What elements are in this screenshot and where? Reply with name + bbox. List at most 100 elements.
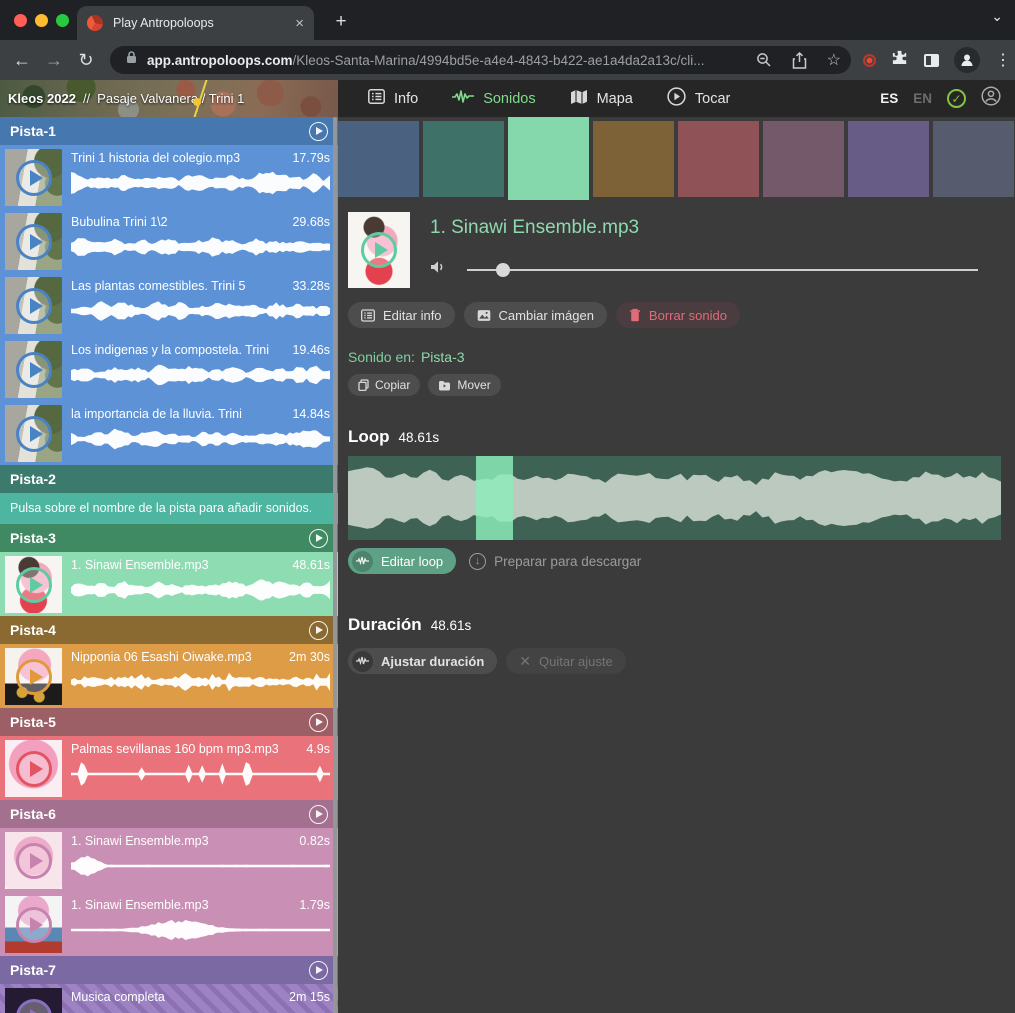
track-play-icon[interactable] xyxy=(309,529,328,548)
track-header[interactable]: Pista-6 xyxy=(0,800,338,828)
clip-thumbnail[interactable] xyxy=(5,832,62,889)
lang-es-button[interactable]: ES xyxy=(880,91,898,106)
clip-thumbnail[interactable] xyxy=(5,277,62,334)
volume-handle[interactable] xyxy=(496,263,510,277)
extensions-puzzle-icon[interactable] xyxy=(891,49,909,72)
loop-playhead-band[interactable] xyxy=(476,456,513,540)
minimize-window-button[interactable] xyxy=(35,14,48,27)
nav-tab-sonidos[interactable]: Sonidos xyxy=(452,89,535,109)
lang-en-button[interactable]: EN xyxy=(913,91,932,106)
track-empty-hint[interactable]: Pulsa sobre el nombre de la pista para a… xyxy=(0,493,338,524)
clip-thumbnail[interactable] xyxy=(5,896,62,953)
clip[interactable]: Bubulina Trini 1\229.68s xyxy=(0,209,338,273)
track-play-icon[interactable] xyxy=(309,805,328,824)
account-icon[interactable] xyxy=(981,86,1001,111)
browser-tab[interactable]: Play Antropoloops × xyxy=(77,6,314,40)
waveform-shape xyxy=(71,365,330,386)
zoom-window-button[interactable] xyxy=(56,14,69,27)
waveform-icon xyxy=(352,551,373,572)
close-window-button[interactable] xyxy=(14,14,27,27)
clip-thumbnail[interactable] xyxy=(5,988,62,1013)
track-header[interactable]: Pista-2 xyxy=(0,465,338,493)
clip-thumbnail[interactable] xyxy=(5,405,62,462)
clip-color-swatch[interactable] xyxy=(763,121,844,197)
reload-button[interactable]: ↻ xyxy=(70,50,102,71)
remove-adjust-button[interactable]: ✕ Quitar ajuste xyxy=(506,648,625,674)
sound-in-track-link[interactable]: Pista-3 xyxy=(421,349,465,365)
clip-thumbnail[interactable] xyxy=(5,213,62,270)
edit-loop-label: Editar loop xyxy=(381,554,443,569)
track-play-icon[interactable] xyxy=(309,621,328,640)
move-label: Mover xyxy=(457,378,490,392)
track-header[interactable]: Pista-4 xyxy=(0,616,338,644)
track-header[interactable]: Pista-5 xyxy=(0,708,338,736)
side-panel-icon[interactable] xyxy=(924,54,939,67)
track-play-icon[interactable] xyxy=(309,961,328,980)
track-play-icon[interactable] xyxy=(309,122,328,141)
breadcrumb[interactable]: Kleos 2022 // Pasaje Valvanera / Trini 1 xyxy=(0,80,338,117)
close-tab-icon[interactable]: × xyxy=(295,15,304,32)
nav-tab-tocar[interactable]: Tocar xyxy=(667,87,730,110)
play-overlay-icon[interactable] xyxy=(361,232,397,268)
tab-search-chevron-icon[interactable]: ⌄ xyxy=(991,8,1003,25)
clip-thumbnail[interactable] xyxy=(5,556,62,613)
new-tab-button[interactable]: + xyxy=(328,11,354,33)
sidebar-scrollbar[interactable] xyxy=(333,117,337,1013)
clip[interactable]: Musica completa2m 15s xyxy=(0,984,338,1013)
clip[interactable]: 1. Sinawi Ensemble.mp31.79s xyxy=(0,892,338,956)
edit-info-button[interactable]: Editar info xyxy=(348,302,455,328)
clip[interactable]: Las plantas comestibles. Trini 533.28s xyxy=(0,273,338,337)
track-body: Musica completa2m 15s xyxy=(0,984,338,1013)
track-header[interactable]: Pista-7 xyxy=(0,956,338,984)
share-icon[interactable] xyxy=(792,52,807,69)
adjust-duration-button[interactable]: Ajustar duración xyxy=(348,648,497,674)
clip-color-swatch[interactable] xyxy=(933,121,1014,197)
clip-color-swatch[interactable] xyxy=(593,121,674,197)
clip[interactable]: Palmas sevillanas 160 bpm mp3.mp34.9s xyxy=(0,736,338,800)
nav-tab-mapa[interactable]: Mapa xyxy=(570,89,633,109)
clip[interactable]: Trini 1 historia del colegio.mp317.79s xyxy=(0,145,338,209)
profile-avatar[interactable] xyxy=(954,47,980,73)
record-extension-icon[interactable] xyxy=(863,54,876,67)
clip-main: Musica completa2m 15s xyxy=(62,988,330,1013)
prepare-download-button[interactable]: ↓ Preparar para descargar xyxy=(469,553,641,570)
clip[interactable]: 1. Sinawi Ensemble.mp30.82s xyxy=(0,828,338,892)
lock-icon xyxy=(126,51,137,69)
clip-color-swatch[interactable] xyxy=(423,121,504,197)
clip[interactable]: Los indigenas y la compostela. Trini19.4… xyxy=(0,337,338,401)
loop-waveform[interactable] xyxy=(348,456,1001,540)
breadcrumb-path[interactable]: Pasaje Valvanera / Trini 1 xyxy=(97,91,244,106)
change-image-button[interactable]: Cambiar imágen xyxy=(464,302,607,328)
clip-thumbnail[interactable] xyxy=(5,341,62,398)
forward-button[interactable]: → xyxy=(38,50,70,71)
clip-play-icon xyxy=(16,567,52,603)
sound-thumbnail[interactable] xyxy=(348,212,410,288)
clip-thumbnail[interactable] xyxy=(5,149,62,206)
clip-color-swatch[interactable] xyxy=(848,121,929,197)
clip-title-row: Nipponia 06 Esashi Oiwake.mp32m 30s xyxy=(71,650,330,664)
clip[interactable]: 1. Sinawi Ensemble.mp348.61s xyxy=(0,552,338,616)
waveform-shape xyxy=(71,237,330,256)
volume-slider[interactable] xyxy=(467,263,978,277)
track-header[interactable]: Pista-3 xyxy=(0,524,338,552)
browser-menu-icon[interactable]: ⋮ xyxy=(995,50,1011,70)
back-button[interactable]: ← xyxy=(6,50,38,71)
clip-thumbnail[interactable] xyxy=(5,740,62,797)
clip-thumbnail[interactable] xyxy=(5,648,62,705)
nav-tab-info[interactable]: Info xyxy=(368,89,418,108)
breadcrumb-project[interactable]: Kleos 2022 xyxy=(8,91,76,106)
copy-button[interactable]: Copiar xyxy=(348,374,420,396)
edit-loop-button[interactable]: Editar loop xyxy=(348,548,456,574)
clip-color-swatch[interactable] xyxy=(338,121,419,197)
track-play-icon[interactable] xyxy=(309,713,328,732)
clip-color-swatch[interactable] xyxy=(678,121,759,197)
move-button[interactable]: Mover xyxy=(428,374,500,396)
clip-color-swatch[interactable] xyxy=(508,117,589,200)
clip[interactable]: Nipponia 06 Esashi Oiwake.mp32m 30s xyxy=(0,644,338,708)
delete-sound-button[interactable]: Borrar sonido xyxy=(616,302,740,328)
track-header[interactable]: Pista-1 xyxy=(0,117,338,145)
clip[interactable]: la importancia de la lluvia. Trini14.84s xyxy=(0,401,338,465)
zoom-out-icon[interactable] xyxy=(756,52,772,68)
address-bar[interactable]: app.antropoloops.com /Kleos-Santa-Marina… xyxy=(110,46,851,74)
bookmark-star-icon[interactable]: ☆ xyxy=(827,50,841,70)
